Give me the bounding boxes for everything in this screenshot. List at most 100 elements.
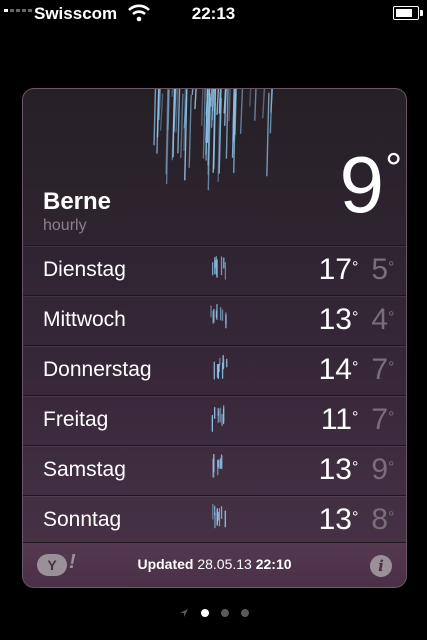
- rain-drop: [184, 89, 188, 181]
- forecast-high: 13 °: [318, 303, 359, 336]
- current-temp-degree: °: [385, 144, 402, 191]
- rain-icon: [212, 454, 223, 478]
- updated-timestamp: Updated 28.05.13 22:10: [23, 556, 406, 572]
- rain-drop: [183, 96, 188, 129]
- forecast-day: Donnerstag: [43, 358, 152, 381]
- rain-drop: [171, 97, 175, 161]
- forecast-low: 4 °: [371, 303, 395, 336]
- rain-drop: [165, 90, 170, 185]
- rain-drop: [177, 89, 181, 154]
- rain-drop: [156, 89, 160, 138]
- forecast-row: Sonntag 13 ° 8 °: [23, 495, 406, 545]
- rain-drop: [232, 93, 237, 141]
- location-arrow-icon: [179, 609, 188, 617]
- rain-drop: [156, 89, 160, 154]
- rain-drop: [180, 93, 184, 159]
- rain-drop: [218, 97, 222, 174]
- rain-drop: [269, 89, 273, 134]
- forecast-row: Dienstag 17 ° 5 °: [23, 245, 406, 295]
- rain-drop: [262, 89, 266, 119]
- rain-drop: [210, 89, 214, 128]
- rain-drop: [223, 89, 227, 114]
- updated-label: Updated: [137, 556, 194, 572]
- forecast-day: Samstag: [43, 458, 126, 481]
- status-time: 22:13: [191, 4, 236, 23]
- page-indicator[interactable]: [0, 608, 427, 618]
- info-icon[interactable]: i: [370, 555, 392, 577]
- status-bar: Swisscom 22:13: [0, 0, 427, 28]
- rain-drop: [212, 89, 216, 173]
- card-footer: Y ! Updated 28.05.13 22:10 i: [23, 542, 406, 587]
- rain-drop: [210, 89, 213, 107]
- rain-drop: [153, 89, 157, 146]
- forecast-row: Mittwoch 13 ° 4 °: [23, 295, 406, 345]
- rain-icon: [210, 304, 227, 329]
- rain-drop: [249, 89, 252, 107]
- rain-icon: [213, 355, 228, 380]
- rain-drop: [211, 89, 215, 121]
- rain-drop: [212, 89, 215, 112]
- rain-drop: [232, 89, 236, 144]
- rain-drop: [202, 89, 206, 159]
- forecast-day: Freitag: [43, 408, 109, 431]
- updated-date: 28.05.13: [197, 556, 252, 572]
- rain-drop: [206, 89, 211, 143]
- forecast-row: Donnerstag 14 ° 7 °: [23, 345, 406, 395]
- forecast-high: 17 °: [318, 253, 359, 286]
- current-temp-value: 9: [339, 140, 384, 229]
- rain-drop: [183, 89, 187, 152]
- forecast-high: 14 °: [318, 353, 359, 386]
- rain-drop: [270, 89, 274, 113]
- rain-drop: [223, 89, 227, 127]
- forecast-low: 7 °: [371, 353, 395, 386]
- forecast-day: Dienstag: [43, 258, 126, 281]
- rain-drop: [213, 89, 217, 170]
- rain-drop: [167, 89, 171, 131]
- forecast-low: 7 °: [371, 403, 395, 436]
- rain-drop: [254, 89, 257, 121]
- rain-drop: [218, 89, 222, 114]
- rain-drop: [175, 89, 179, 133]
- rain-drop: [188, 94, 192, 168]
- rain-drop: [194, 89, 197, 110]
- forecast-high: 13 °: [318, 453, 359, 486]
- rain-drop: [205, 89, 209, 161]
- city-name: Berne: [43, 188, 112, 215]
- rain-drop: [266, 92, 270, 177]
- rain-drop: [232, 89, 236, 128]
- rain-drop: [159, 93, 164, 131]
- rain-drop: [173, 89, 177, 133]
- rain-drop: [200, 89, 204, 126]
- rain-drop: [172, 89, 176, 158]
- rain-drop: [205, 91, 209, 155]
- rain-drop: [191, 89, 194, 96]
- weather-card[interactable]: Berne hourly 9 ° Dienstag 17 ° 5 ° Mittwoch…: [22, 88, 407, 588]
- rain-drop: [205, 89, 209, 143]
- rain-drop: [233, 89, 237, 174]
- rain-drop: [219, 89, 222, 114]
- forecast-low: 5 °: [371, 253, 395, 286]
- current-temperature: 9 °: [340, 145, 402, 225]
- rain-icon: [212, 504, 226, 529]
- rain-drop: [228, 89, 231, 122]
- rain-drop: [234, 89, 238, 136]
- forecast-low: 8 °: [371, 503, 395, 536]
- rain-drop: [165, 89, 169, 175]
- forecast-day: Sonntag: [43, 508, 122, 531]
- rain-icon: [212, 255, 227, 280]
- page-dot[interactable]: [240, 609, 249, 617]
- forecast-row: Samstag 13 ° 9 °: [23, 445, 406, 495]
- page-dot[interactable]: [200, 609, 209, 617]
- forecast-mode-label: hourly: [43, 217, 87, 234]
- updated-time: 22:10: [255, 556, 292, 572]
- rain-icon: [211, 405, 225, 432]
- forecast-high: 13 °: [318, 503, 359, 536]
- forecast-row: Freitag 11 ° 7 °: [23, 395, 406, 445]
- forecast-low: 9 °: [371, 453, 395, 486]
- rain-drop: [207, 89, 211, 175]
- battery-icon: [393, 6, 423, 20]
- rain-drop: [173, 89, 176, 104]
- page-dot[interactable]: [220, 609, 229, 617]
- forecast-high: 11 °: [320, 403, 359, 436]
- forecast-day: Mittwoch: [43, 308, 126, 331]
